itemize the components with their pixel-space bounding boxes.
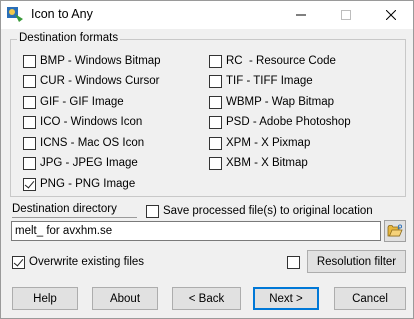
close-icon <box>385 10 396 20</box>
checkbox-box[interactable] <box>23 115 36 129</box>
checkbox-box[interactable] <box>209 95 222 109</box>
help-button[interactable]: Help <box>12 287 78 310</box>
format-gif-checkbox[interactable]: GIF - GIF Image <box>23 94 124 110</box>
format-wbmp-checkbox[interactable]: WBMP - Wap Bitmap <box>209 94 334 110</box>
maximize-icon <box>340 10 351 20</box>
back-button[interactable]: < Back <box>172 287 241 310</box>
format-label: WBMP - Wap Bitmap <box>226 96 334 108</box>
checkbox-box[interactable] <box>209 136 222 150</box>
checkbox-box[interactable] <box>23 95 36 109</box>
destination-directory-label: Destination directory <box>12 203 117 215</box>
format-label: PNG - PNG Image <box>40 178 136 190</box>
checkbox-box[interactable] <box>209 156 222 170</box>
format-icns-checkbox[interactable]: ICNS - Mac OS Icon <box>23 135 144 151</box>
format-label: ICO - Windows Icon <box>40 116 143 128</box>
format-ico-checkbox[interactable]: ICO - Windows Icon <box>23 114 142 130</box>
overwrite-existing-label: Overwrite existing files <box>29 256 145 268</box>
format-cur-checkbox[interactable]: CUR - Windows Cursor <box>23 73 160 89</box>
format-label: TIF - TIFF Image <box>226 75 313 87</box>
checkbox-box[interactable] <box>23 156 36 170</box>
format-xbm-checkbox[interactable]: XBM - X Bitmap <box>209 155 308 171</box>
destination-label-divider <box>12 217 137 218</box>
format-png-checkbox[interactable]: PNG - PNG Image <box>23 176 135 192</box>
destination-formats-legend: Destination formats <box>17 32 121 44</box>
minimize-icon <box>295 14 306 16</box>
overwrite-existing-checkbox[interactable]: Overwrite existing files <box>12 254 144 270</box>
browse-folder-button[interactable] <box>384 220 406 242</box>
checkbox-box[interactable] <box>23 54 36 68</box>
checkbox-box[interactable] <box>12 255 25 269</box>
checkbox-box[interactable] <box>209 54 222 68</box>
checkbox-box[interactable] <box>287 255 300 269</box>
format-xpm-checkbox[interactable]: XPM - X Pixmap <box>209 135 310 151</box>
main-window: Icon to Any Destination formats BMP - Wi… <box>0 0 414 319</box>
format-label: BMP - Windows Bitmap <box>40 55 161 67</box>
checkbox-box[interactable] <box>209 74 222 88</box>
checkbox-box[interactable] <box>209 115 222 129</box>
maximize-button[interactable] <box>323 1 368 29</box>
format-label: JPG - JPEG Image <box>40 157 138 169</box>
format-label: XBM - X Bitmap <box>226 157 308 169</box>
format-tif-checkbox[interactable]: TIF - TIFF Image <box>209 73 313 89</box>
app-icon <box>7 7 23 22</box>
format-bmp-checkbox[interactable]: BMP - Windows Bitmap <box>23 53 161 69</box>
open-folder-icon <box>387 224 403 237</box>
next-button[interactable]: Next > <box>253 287 319 310</box>
format-label: XPM - X Pixmap <box>226 137 311 149</box>
format-label: RC - Resource Code <box>226 55 336 67</box>
format-label: GIF - GIF Image <box>40 96 124 108</box>
save-to-original-label: Save processed file(s) to original locat… <box>163 205 373 217</box>
resolution-filter-checkbox[interactable] <box>287 254 304 270</box>
save-to-original-checkbox[interactable]: Save processed file(s) to original locat… <box>146 203 373 219</box>
format-label: ICNS - Mac OS Icon <box>40 137 145 149</box>
checkbox-box[interactable] <box>23 74 36 88</box>
format-rc-checkbox[interactable]: RC - Resource Code <box>209 53 336 69</box>
checkbox-box[interactable] <box>23 136 36 150</box>
format-label: PSD - Adobe Photoshop <box>226 116 351 128</box>
format-psd-checkbox[interactable]: PSD - Adobe Photoshop <box>209 114 351 130</box>
checkbox-box[interactable] <box>146 204 159 218</box>
destination-directory-input[interactable] <box>11 221 381 241</box>
cancel-button[interactable]: Cancel <box>334 287 406 310</box>
close-button[interactable] <box>368 1 413 29</box>
minimize-button[interactable] <box>278 1 323 29</box>
about-button[interactable]: About <box>92 287 158 310</box>
checkbox-box[interactable] <box>23 177 36 191</box>
title-bar[interactable]: Icon to Any <box>1 1 413 29</box>
resolution-filter-button[interactable]: Resolution filter <box>307 250 406 273</box>
format-label: CUR - Windows Cursor <box>40 75 160 87</box>
window-title: Icon to Any <box>31 7 93 21</box>
format-jpg-checkbox[interactable]: JPG - JPEG Image <box>23 155 138 171</box>
